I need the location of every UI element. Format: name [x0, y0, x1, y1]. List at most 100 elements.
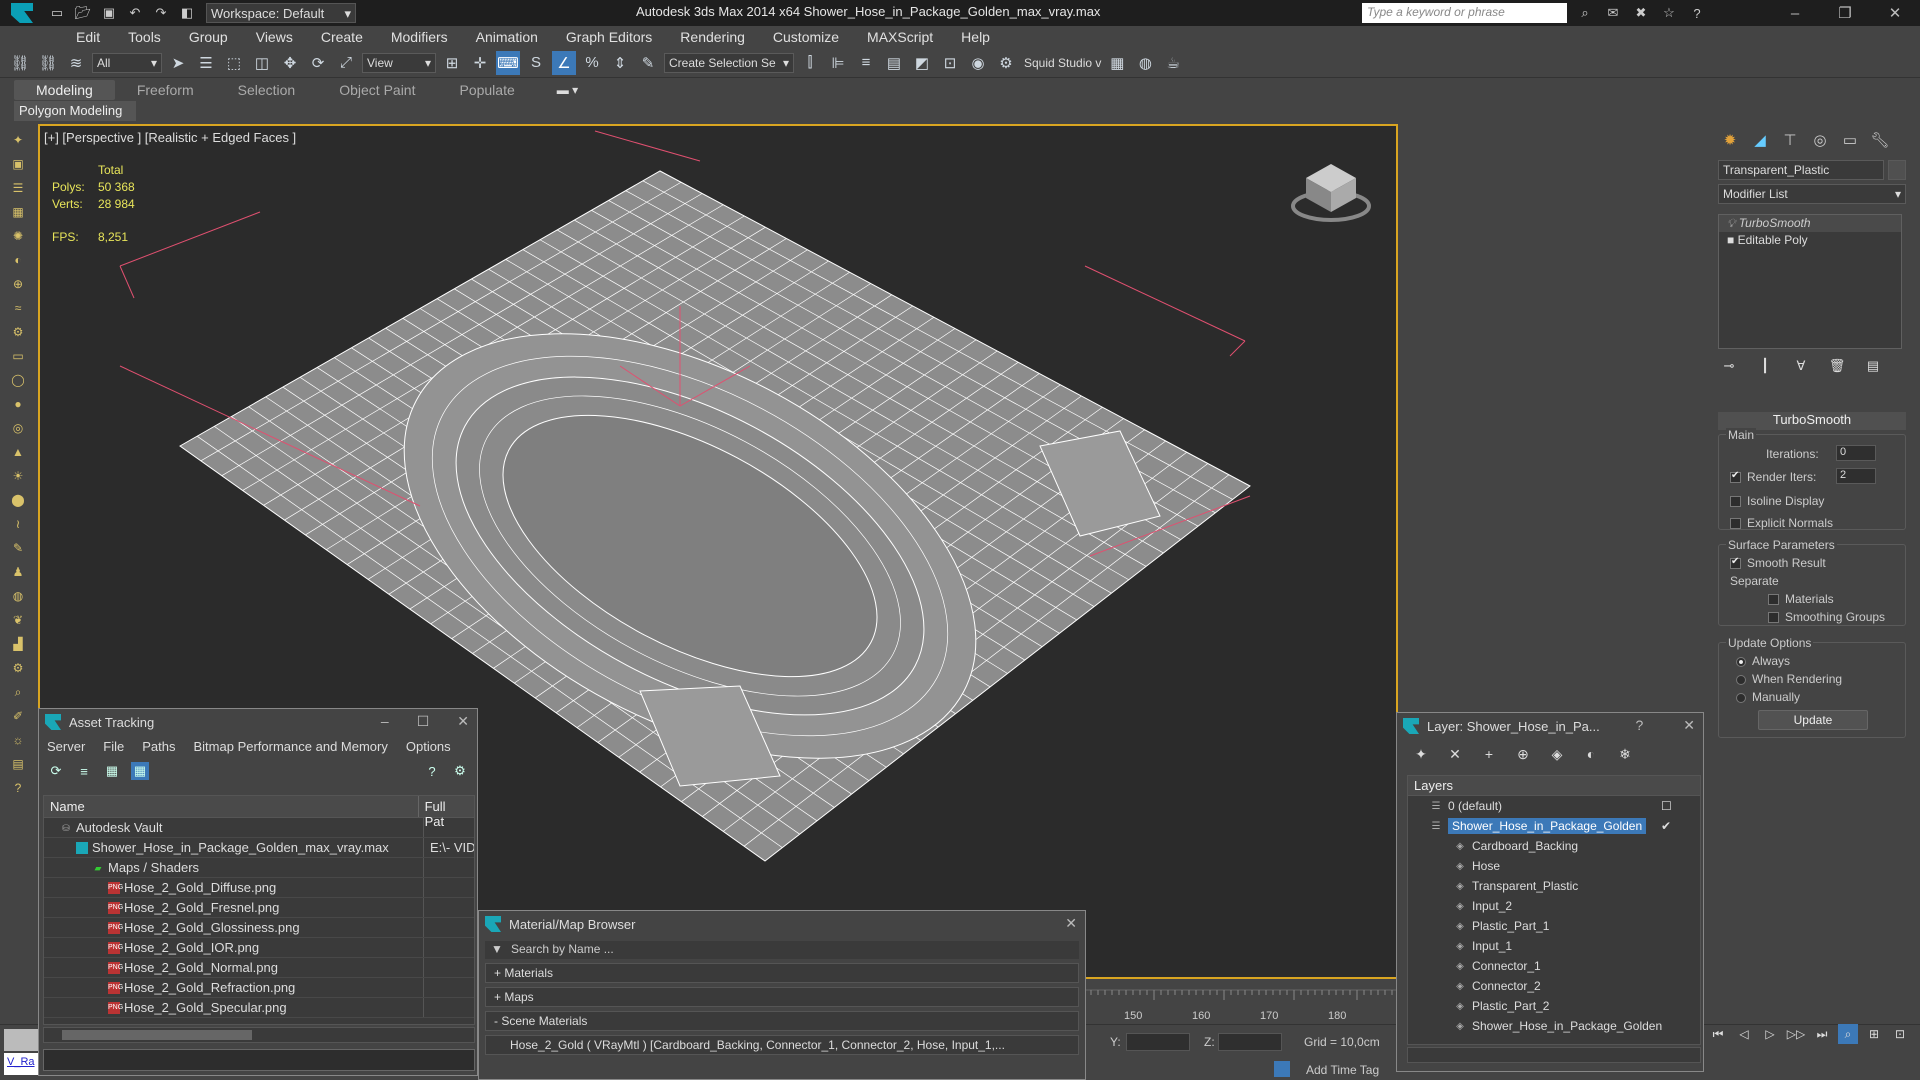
- leaf-icon[interactable]: ❦: [7, 610, 29, 630]
- timeline[interactable]: 150 160 170 180: [1083, 980, 1396, 1024]
- bind-spacewarp-icon[interactable]: ≋: [64, 51, 88, 75]
- script-label[interactable]: V_Ra: [4, 1053, 38, 1075]
- asset-row[interactable]: PNG Hose_2_Gold_Specular.png: [44, 998, 474, 1018]
- helper-icon[interactable]: ⊕: [7, 274, 29, 294]
- favorites-star-icon[interactable]: ☆: [1658, 2, 1680, 24]
- menu-animation[interactable]: Animation: [462, 29, 552, 45]
- menu-views[interactable]: Views: [242, 29, 307, 45]
- create-layer-icon[interactable]: ✦: [1411, 745, 1431, 763]
- asset-row[interactable]: ⛁ Autodesk Vault: [44, 818, 474, 838]
- stack-item-turbosmooth[interactable]: 💡︎ TurboSmooth: [1719, 215, 1901, 232]
- spacewarp-icon[interactable]: ≈: [7, 298, 29, 318]
- asset-menu-server[interactable]: Server: [47, 739, 85, 754]
- edit-named-sets-icon[interactable]: ✎: [636, 51, 660, 75]
- scale-icon[interactable]: ⤢: [334, 51, 358, 75]
- y-coord-field[interactable]: [1126, 1033, 1190, 1051]
- material-search-input[interactable]: ▼ Search by Name ...: [485, 941, 1079, 959]
- refresh-icon[interactable]: ⟳: [47, 762, 65, 780]
- filter-icon[interactable]: ▼: [491, 942, 503, 956]
- make-unique-icon[interactable]: ∀: [1790, 356, 1812, 376]
- help-icon[interactable]: ?: [1635, 717, 1643, 734]
- ribbon-options-icon[interactable]: ▬ ▾: [557, 83, 578, 97]
- column-header-path[interactable]: Full Pat: [419, 796, 474, 829]
- modify-tab-icon[interactable]: ◢: [1748, 128, 1772, 152]
- play-icon[interactable]: ▷: [1760, 1024, 1780, 1044]
- freeze-all-icon[interactable]: ❄: [1615, 745, 1635, 763]
- utilities-tab-icon[interactable]: 🔧︎: [1868, 128, 1892, 152]
- layer-row[interactable]: ◈ Connector_2: [1408, 976, 1700, 996]
- menu-edit[interactable]: Edit: [62, 29, 114, 45]
- iterations-spinner[interactable]: 0: [1836, 445, 1876, 461]
- create-tab-icon[interactable]: ✹: [1718, 128, 1742, 152]
- horizontal-scrollbar[interactable]: [43, 1027, 475, 1043]
- system-icon[interactable]: ⚙: [7, 322, 29, 342]
- object-color-swatch[interactable]: [1888, 160, 1906, 180]
- menu-modifiers[interactable]: Modifiers: [377, 29, 462, 45]
- box-icon[interactable]: ▣: [7, 154, 29, 174]
- rotate-icon[interactable]: ⟳: [306, 51, 330, 75]
- layers-header[interactable]: Layers: [1408, 776, 1700, 796]
- smoothing-groups-checkbox[interactable]: [1768, 612, 1779, 624]
- layer-row[interactable]: ◈ Plastic_Part_1: [1408, 916, 1700, 936]
- layer-row[interactable]: ◈ Plastic_Part_2: [1408, 996, 1700, 1016]
- always-radio[interactable]: [1736, 656, 1746, 667]
- configure-sets-icon[interactable]: ▤: [1862, 356, 1884, 376]
- menu-rendering[interactable]: Rendering: [666, 29, 759, 45]
- section-maps[interactable]: + Maps: [485, 987, 1079, 1007]
- render-frame-icon[interactable]: ▦: [1105, 51, 1129, 75]
- zoom-icon[interactable]: ⌕: [1838, 1024, 1858, 1044]
- menu-help[interactable]: Help: [947, 29, 1004, 45]
- ref-coord-dropdown[interactable]: View ▾: [362, 52, 436, 73]
- layer-row[interactable]: ☰ 0 (default) ☐: [1408, 796, 1700, 816]
- undo-icon[interactable]: ↶: [122, 2, 148, 24]
- asset-row[interactable]: PNG Hose_2_Gold_Refraction.png: [44, 978, 474, 998]
- settings-icon[interactable]: ⚙: [451, 762, 469, 780]
- render-icon[interactable]: ◍: [1133, 51, 1157, 75]
- hide-all-icon[interactable]: ◐: [1581, 745, 1601, 763]
- camera-icon[interactable]: ◐: [7, 250, 29, 270]
- explicit-normals-checkbox[interactable]: [1730, 518, 1741, 530]
- project-folder-icon[interactable]: ◧: [174, 2, 200, 24]
- layer-row[interactable]: ◈ Transparent_Plastic: [1408, 876, 1700, 896]
- viewport-label[interactable]: [+] [Perspective ] [Realistic + Edged Fa…: [44, 130, 296, 145]
- menu-group[interactable]: Group: [175, 29, 242, 45]
- ribbon-tab-selection[interactable]: Selection: [216, 80, 318, 100]
- horizontal-scrollbar[interactable]: [1407, 1047, 1701, 1063]
- modifier-list-dropdown[interactable]: Modifier List ▾: [1718, 184, 1906, 204]
- hair-icon[interactable]: ≀: [7, 514, 29, 534]
- light-icon[interactable]: ✺: [7, 226, 29, 246]
- delete-layer-icon[interactable]: ✕: [1445, 745, 1465, 763]
- exchange-icon[interactable]: ✖: [1630, 2, 1652, 24]
- percent-snap-icon[interactable]: %: [580, 51, 604, 75]
- list-view-icon[interactable]: ≡: [75, 762, 93, 780]
- help-icon[interactable]: ?: [1686, 2, 1708, 24]
- mirror-icon[interactable]: ⫿: [798, 51, 822, 75]
- window-crossing-icon[interactable]: ◫: [250, 51, 274, 75]
- select-object-icon[interactable]: ➤: [166, 51, 190, 75]
- spinner-snap-icon[interactable]: ⇕: [608, 51, 632, 75]
- manipulate-icon[interactable]: ✛: [468, 51, 492, 75]
- plane-icon[interactable]: ▭: [7, 346, 29, 366]
- material-editor-icon[interactable]: ◉: [966, 51, 990, 75]
- cone-icon[interactable]: ▲: [7, 442, 29, 462]
- teapot-icon[interactable]: ☕︎: [1161, 51, 1185, 75]
- ribbon-tab-object-paint[interactable]: Object Paint: [317, 80, 437, 100]
- search-input[interactable]: Type a keyword or phrase: [1362, 3, 1567, 23]
- pin-stack-icon[interactable]: ⊸: [1718, 356, 1740, 376]
- render-iters-checkbox[interactable]: [1730, 470, 1741, 484]
- search-icon[interactable]: ⌕: [7, 682, 29, 702]
- z-coord-field[interactable]: [1218, 1033, 1282, 1051]
- stack-item-editable-poly[interactable]: ■ Editable Poly: [1719, 232, 1901, 248]
- asset-menu-bitmap-performance-and-memory[interactable]: Bitmap Performance and Memory: [194, 739, 388, 754]
- prev-frame-icon[interactable]: ◁: [1734, 1024, 1754, 1044]
- rect-selection-icon[interactable]: ⬚: [222, 51, 246, 75]
- sun-icon[interactable]: ☀: [7, 466, 29, 486]
- list-icon[interactable]: ☰: [7, 178, 29, 198]
- asset-menu-options[interactable]: Options: [406, 739, 451, 754]
- selection-filter-dropdown[interactable]: All ▾: [92, 52, 162, 73]
- workspace-dropdown[interactable]: Workspace: Default ▾: [206, 3, 356, 23]
- grid-icon[interactable]: ▦: [7, 202, 29, 222]
- stairs-icon[interactable]: ▟: [7, 634, 29, 654]
- curve-editor-icon[interactable]: ◩: [910, 51, 934, 75]
- menu-graph-editors[interactable]: Graph Editors: [552, 29, 666, 45]
